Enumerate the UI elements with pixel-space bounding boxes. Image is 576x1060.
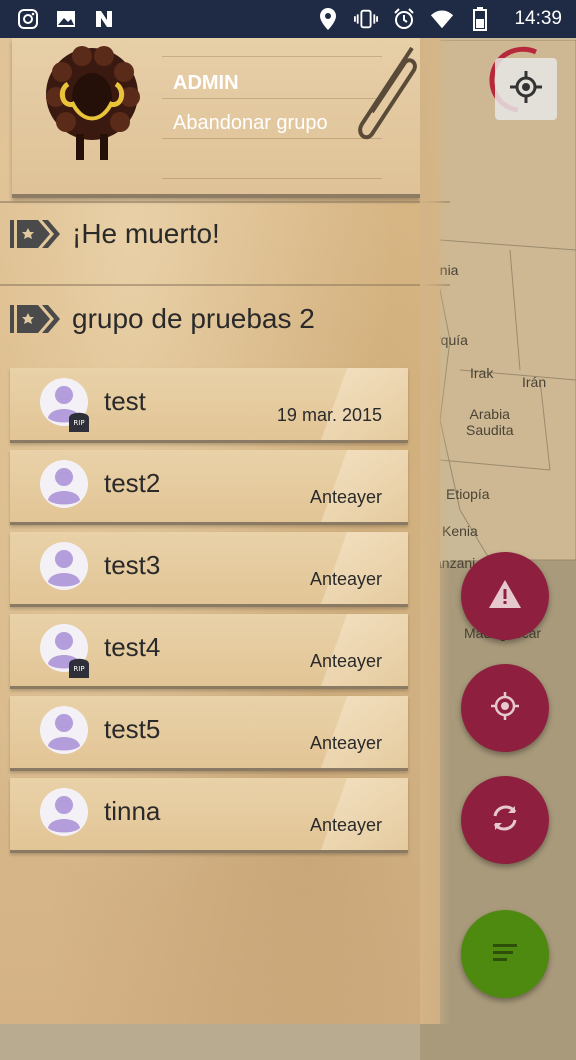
alert-button[interactable]: [461, 552, 549, 640]
navigation-drawer: ADMIN Abandonar grupo ¡He muerto! grupo …: [0, 38, 450, 1024]
member-last-seen: Anteayer: [309, 733, 382, 753]
member-row-tinna[interactable]: tinna Anteayer: [10, 778, 408, 853]
divider: [0, 284, 450, 286]
user-avatar-icon: [40, 460, 88, 508]
paperclip-icon: [358, 46, 417, 140]
user-avatar-icon: [40, 542, 88, 590]
location-icon: [316, 7, 340, 31]
user-avatar-icon: [40, 706, 88, 754]
status-bar: 14:39: [0, 0, 576, 38]
gallery-icon: [54, 7, 78, 31]
member-row-test3[interactable]: test3 Anteayer: [10, 532, 408, 607]
member-row-test4[interactable]: RIP test4 Anteayer: [10, 614, 408, 689]
member-row-test2[interactable]: test2 Anteayer: [10, 450, 408, 525]
user-name: ADMIN: [173, 72, 239, 94]
member-last-seen: Anteayer: [309, 487, 382, 507]
member-name: test5: [104, 714, 161, 744]
member-last-seen: Anteayer: [309, 651, 382, 671]
map-label: Etiopía: [446, 486, 490, 502]
alarm-icon: [392, 7, 416, 31]
center-location-button[interactable]: [461, 664, 549, 752]
sheep-avatar[interactable]: [42, 42, 142, 162]
member-row-test[interactable]: RIP test 19 mar. 2015: [10, 368, 408, 443]
member-last-seen: Anteayer: [309, 815, 382, 835]
user-avatar-icon: [40, 788, 88, 836]
member-name: test4: [104, 632, 161, 662]
group-item-grupo-de-pruebas-2[interactable]: grupo de pruebas 2: [0, 289, 430, 349]
crosshair-icon: [508, 69, 544, 109]
list-icon: [491, 941, 519, 967]
refresh-button[interactable]: [461, 776, 549, 864]
status-time: 14:39: [514, 8, 562, 29]
group-tag-icon: [10, 220, 60, 248]
svg-text:RIP: RIP: [73, 419, 84, 427]
member-name: test3: [104, 550, 161, 580]
vibrate-icon: [354, 7, 379, 31]
group-title: grupo de pruebas 2: [72, 303, 315, 334]
svg-text:RIP: RIP: [73, 665, 84, 673]
n-icon: [92, 7, 116, 31]
map-label: Irak: [470, 365, 494, 381]
target-icon: [489, 690, 521, 726]
group-title: ¡He muerto!: [72, 218, 220, 249]
warning-icon: [488, 579, 522, 613]
member-last-seen: 19 mar. 2015: [276, 405, 382, 425]
member-name: test: [104, 386, 146, 416]
member-row-test5[interactable]: test5 Anteayer: [10, 696, 408, 771]
profile-header: ADMIN Abandonar grupo: [12, 38, 420, 198]
group-tag-icon: [10, 305, 60, 333]
rip-tombstone-icon: RIP: [69, 412, 89, 432]
instagram-icon: [16, 7, 40, 31]
group-item-he-muerto[interactable]: ¡He muerto!: [0, 204, 430, 264]
divider: [0, 201, 450, 203]
battery-icon: [468, 7, 492, 31]
my-location-button[interactable]: [495, 58, 557, 120]
member-last-seen: Anteayer: [309, 569, 382, 589]
rip-tombstone-icon: RIP: [69, 658, 89, 678]
list-menu-button[interactable]: [461, 910, 549, 998]
map-label: Arabia Saudita: [466, 406, 514, 438]
wifi-icon: [430, 7, 454, 31]
map-label: Irán: [522, 374, 547, 390]
member-name: test2: [104, 468, 161, 498]
torn-paper-edge: [420, 38, 450, 1024]
refresh-icon: [489, 802, 521, 838]
leave-group-button[interactable]: Abandonar grupo: [173, 112, 328, 135]
member-name: tinna: [104, 796, 161, 826]
